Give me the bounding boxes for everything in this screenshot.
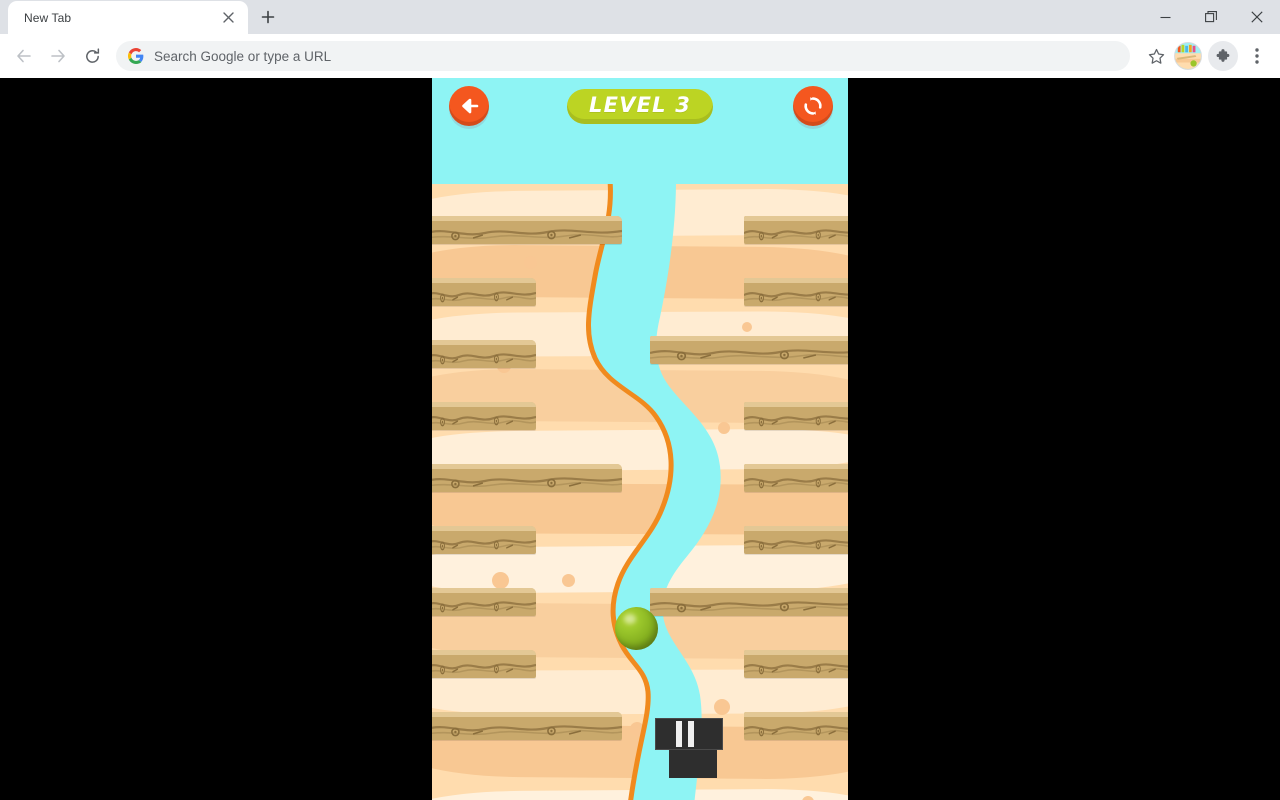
plank-left-7	[432, 588, 536, 616]
plank-right-3	[650, 336, 848, 364]
plank-right-1	[744, 216, 848, 244]
goal-stripe-right	[688, 721, 694, 747]
page-content: LEVEL 3	[0, 78, 1280, 800]
plank-right-4	[744, 402, 848, 430]
close-icon[interactable]	[218, 8, 238, 28]
browser-toolbar: Search Google or type a URL	[0, 34, 1280, 78]
goal-box	[655, 718, 723, 750]
plank-left-1	[432, 216, 622, 244]
player-ball[interactable]	[615, 607, 658, 650]
plank-right-8	[744, 650, 848, 678]
puzzle-piece-icon[interactable]	[1208, 41, 1238, 71]
restart-icon	[804, 97, 822, 115]
plank-left-4	[432, 402, 536, 430]
google-logo-icon	[128, 48, 144, 64]
tab-title: New Tab	[24, 10, 72, 25]
plank-left-3	[432, 340, 536, 368]
star-icon[interactable]	[1140, 40, 1172, 72]
plank-left-8	[432, 650, 536, 678]
three-dot-menu-icon[interactable]	[1242, 40, 1272, 72]
plank-right-2	[744, 278, 848, 306]
water-channel	[432, 184, 848, 800]
back-arrow-icon[interactable]	[8, 40, 40, 72]
level-badge: LEVEL 3	[566, 89, 714, 124]
omnibox-placeholder: Search Google or type a URL	[154, 48, 332, 64]
level-label: LEVEL 3	[588, 93, 692, 117]
plank-left-2	[432, 278, 536, 306]
tab-strip: New Tab	[0, 0, 1280, 34]
plank-left-5	[432, 464, 622, 492]
maximize-icon[interactable]	[1188, 0, 1234, 34]
plank-right-5	[744, 464, 848, 492]
close-window-icon[interactable]	[1234, 0, 1280, 34]
game-back-button[interactable]	[449, 86, 489, 126]
game-restart-button[interactable]	[793, 86, 833, 126]
plank-right-9	[744, 712, 848, 740]
forward-arrow-icon[interactable]	[42, 40, 74, 72]
plank-left-6	[432, 526, 536, 554]
plank-right-7	[650, 588, 848, 616]
browser-tab[interactable]: New Tab	[8, 1, 248, 34]
plus-icon[interactable]	[254, 3, 282, 31]
window-controls	[1142, 0, 1280, 34]
reload-icon[interactable]	[76, 40, 108, 72]
left-arrow-icon	[462, 98, 479, 114]
game-header: LEVEL 3	[432, 78, 848, 184]
browser-window: New Tab Search Google or type a URL LEVE…	[0, 0, 1280, 800]
search-input[interactable]: Search Google or type a URL	[116, 41, 1130, 71]
minimize-icon[interactable]	[1142, 0, 1188, 34]
profile-avatar-icon[interactable]	[1174, 42, 1202, 70]
goal-stripe-left	[676, 721, 682, 747]
goal-neck	[669, 750, 717, 778]
plank-left-9	[432, 712, 622, 740]
plank-right-6	[744, 526, 848, 554]
game-viewport[interactable]: LEVEL 3	[432, 78, 848, 800]
